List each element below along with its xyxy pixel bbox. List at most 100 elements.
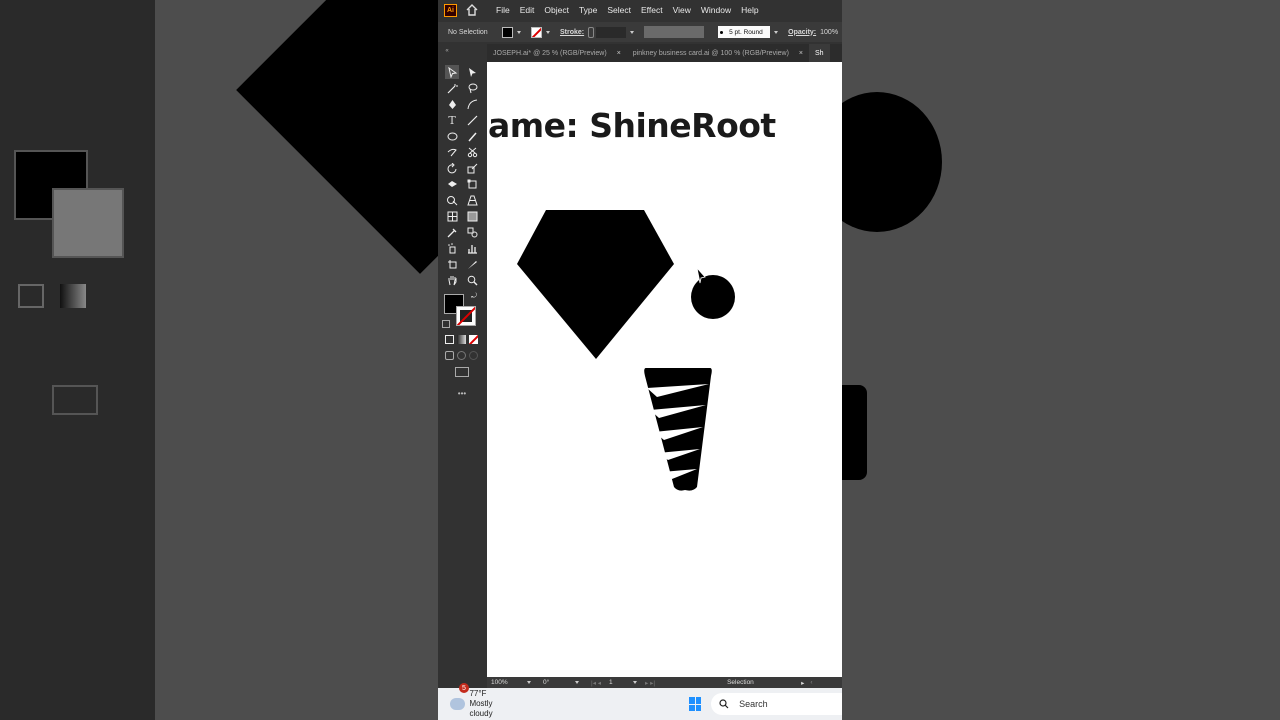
slice-tool-icon[interactable] <box>465 257 479 271</box>
stroke-weight-input[interactable] <box>596 26 627 38</box>
close-icon[interactable]: × <box>617 50 621 57</box>
swap-colors-icon[interactable]: ⤾ <box>469 292 479 302</box>
gradient-mode-icon[interactable] <box>457 335 466 344</box>
first-artboard-icon[interactable]: |◂ ◂ <box>591 679 601 687</box>
brush-dot-icon <box>720 30 724 34</box>
color-mode-icon[interactable] <box>445 335 454 344</box>
curvature-icon[interactable] <box>465 97 479 111</box>
circle-shape[interactable] <box>691 275 735 319</box>
windows-start-icon[interactable] <box>688 697 702 711</box>
brush-label: 5 pt. Round <box>729 28 763 36</box>
rotation-value[interactable]: 0° <box>543 679 575 686</box>
menu-type[interactable]: Type <box>574 5 602 15</box>
diamond-shape[interactable] <box>517 210 674 359</box>
draw-inside-icon[interactable] <box>469 351 478 360</box>
menu-window[interactable]: Window <box>696 5 736 15</box>
temperature: 77°F <box>469 689 487 698</box>
line-tool-icon[interactable] <box>465 113 479 127</box>
menu-effect[interactable]: Effect <box>636 5 668 15</box>
direct-selection-tool-icon[interactable] <box>465 65 479 79</box>
scissors-icon[interactable] <box>465 145 479 159</box>
brush-definition[interactable]: 5 pt. Round <box>718 26 771 38</box>
status-menu-arrow-icon[interactable]: ▸ <box>801 679 804 687</box>
artboard-canvas[interactable]: ame: ShineRoot <box>487 62 842 677</box>
chevron-down-icon[interactable] <box>774 30 779 34</box>
type-tool-icon[interactable]: T <box>445 113 459 127</box>
home-icon[interactable] <box>465 3 479 17</box>
chevron-down-icon[interactable] <box>546 30 550 34</box>
scale-tool-icon[interactable] <box>465 161 479 175</box>
lasso-icon[interactable] <box>465 81 479 95</box>
eyedropper-icon[interactable] <box>445 225 459 239</box>
stroke-weight-stepper[interactable] <box>588 26 595 38</box>
shaper-tool-icon[interactable] <box>445 145 459 159</box>
status-bar: 100% 0° |◂ ◂ 1 ▸ ▸| Selection ▸ ‹ <box>487 677 842 688</box>
search-icon <box>719 699 729 709</box>
close-icon[interactable]: × <box>799 50 803 57</box>
mesh-tool-icon[interactable] <box>445 209 459 223</box>
zoom-tool-icon[interactable] <box>465 273 479 287</box>
chevron-down-icon[interactable] <box>527 681 531 684</box>
draw-behind-icon[interactable] <box>457 351 466 360</box>
tab-active[interactable]: Sh <box>809 44 830 62</box>
fill-swatch[interactable] <box>502 26 513 38</box>
paintbrush-icon[interactable] <box>465 129 479 143</box>
weather-widget[interactable]: 5 77°F Mostly cloudy <box>450 683 511 719</box>
column-graph-icon[interactable] <box>465 241 479 255</box>
background-shape <box>842 385 867 480</box>
background-icon <box>18 284 44 308</box>
chevron-down-icon[interactable] <box>630 30 635 34</box>
none-slash-icon <box>469 335 478 344</box>
artboard-number[interactable]: 1 <box>609 679 633 686</box>
taskbar-search[interactable]: Search <box>711 693 842 715</box>
perspective-grid-icon[interactable] <box>465 193 479 207</box>
variable-width-profile[interactable] <box>644 26 705 38</box>
stroke-swatch[interactable] <box>531 26 542 38</box>
stroke-label[interactable]: Stroke: <box>560 29 584 36</box>
tab-joseph[interactable]: JOSEPH.ai* @ 25 % (RGB/Preview) × <box>487 44 627 62</box>
rotate-tool-icon[interactable] <box>445 161 459 175</box>
scroll-left-icon[interactable]: ‹ <box>810 679 812 686</box>
draw-normal-icon[interactable] <box>445 351 454 360</box>
stroke-color-box[interactable] <box>456 306 476 326</box>
background-shape <box>236 0 438 274</box>
next-artboard-icon[interactable]: ▸ ▸| <box>645 679 655 687</box>
gradient-tool-icon[interactable] <box>465 209 479 223</box>
app-logo: Ai <box>444 3 457 17</box>
menu-view[interactable]: View <box>668 5 696 15</box>
more-tools-icon[interactable]: ••• <box>455 386 469 400</box>
hand-tool-icon[interactable] <box>445 273 459 287</box>
chevron-down-icon[interactable] <box>575 681 579 684</box>
chevron-down-icon[interactable] <box>633 681 638 684</box>
background-shape <box>842 92 942 232</box>
screen-mode-icon[interactable] <box>455 367 469 377</box>
none-mode-icon[interactable] <box>469 335 478 344</box>
cloud-icon <box>450 698 466 710</box>
menu-object[interactable]: Object <box>539 5 574 15</box>
magic-wand-icon[interactable] <box>445 81 459 95</box>
default-colors-icon[interactable] <box>442 320 450 328</box>
shape-builder-icon[interactable] <box>445 193 459 207</box>
opacity-label[interactable]: Opacity: <box>788 29 816 36</box>
symbol-sprayer-icon[interactable] <box>445 241 459 255</box>
background-left-panel <box>0 0 155 720</box>
free-transform-icon[interactable] <box>465 177 479 191</box>
menu-bar: Ai File Edit Object Type Select Effect V… <box>438 0 842 20</box>
chevron-down-icon[interactable] <box>517 30 521 34</box>
tab-pinkney[interactable]: pinkney business card.ai @ 100 % (RGB/Pr… <box>627 44 809 62</box>
menu-select[interactable]: Select <box>602 5 636 15</box>
artboard-tool-icon[interactable] <box>445 257 459 271</box>
blend-tool-icon[interactable] <box>465 225 479 239</box>
collapse-icon[interactable]: « <box>440 44 454 58</box>
width-tool-icon[interactable] <box>445 177 459 191</box>
current-tool-status: Selection <box>727 679 754 686</box>
menu-edit[interactable]: Edit <box>515 5 540 15</box>
menu-file[interactable]: File <box>491 5 515 15</box>
selection-tool-icon[interactable] <box>445 65 459 79</box>
pen-tool-icon[interactable] <box>445 97 459 111</box>
background-icon <box>52 385 98 415</box>
menu-help[interactable]: Help <box>736 5 763 15</box>
ellipse-tool-icon[interactable] <box>445 129 459 143</box>
opacity-value[interactable]: 100% <box>820 29 838 36</box>
zoom-level[interactable]: 100% <box>491 679 527 686</box>
